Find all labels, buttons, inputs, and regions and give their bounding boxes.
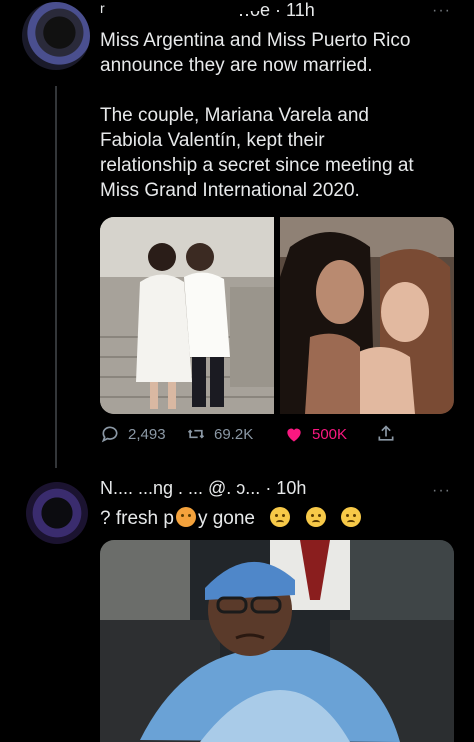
handle-and-time[interactable]: ‥ᴗe · 11h bbox=[238, 0, 315, 21]
reply-text-end: y gone bbox=[197, 508, 255, 529]
reply-text-start: ? fresh p bbox=[100, 508, 174, 529]
more-options-icon[interactable]: ··· bbox=[432, 2, 451, 20]
reply-icon bbox=[101, 426, 118, 443]
reply-photo[interactable] bbox=[100, 540, 454, 742]
tweet-photo-right[interactable] bbox=[280, 217, 454, 414]
man-in-blue-cap-photo bbox=[100, 540, 454, 742]
share-icon bbox=[378, 425, 394, 441]
reply-more-options-icon[interactable]: ··· bbox=[432, 482, 451, 500]
retweet-count: 69.2K bbox=[214, 425, 254, 443]
retweet-button[interactable]: 69.2K bbox=[186, 424, 253, 444]
tweet-photo-left[interactable] bbox=[100, 217, 274, 414]
crying-emoji bbox=[270, 507, 291, 527]
thread-line bbox=[55, 86, 57, 468]
cat-emoji bbox=[175, 507, 196, 527]
reply-header[interactable]: N.... ...ng . ... @. ɔ... · 10h bbox=[100, 478, 306, 499]
author-name[interactable]: r bbox=[100, 0, 105, 16]
relieved-emoji bbox=[340, 507, 361, 527]
disappointed-emoji bbox=[305, 507, 326, 527]
tweet-text: Miss Argentina and Miss Puerto Rico anno… bbox=[100, 30, 414, 201]
like-count: 500K bbox=[312, 425, 348, 443]
like-icon bbox=[287, 428, 301, 442]
tweet-actions: 2,493 69.2K 500K bbox=[100, 424, 460, 450]
couple-selfie-photo bbox=[280, 217, 454, 414]
reply-count: 2,493 bbox=[128, 425, 166, 443]
couple-wedding-photo bbox=[100, 217, 274, 414]
author-avatar[interactable] bbox=[22, 2, 90, 70]
retweet-icon bbox=[187, 429, 205, 439]
share-button[interactable] bbox=[376, 424, 396, 444]
reply-button[interactable]: 2,493 bbox=[100, 424, 166, 444]
reply-text: ? fresh p y gone bbox=[100, 506, 460, 531]
reply-author-avatar[interactable] bbox=[26, 482, 88, 544]
like-button[interactable]: 500K bbox=[284, 424, 347, 444]
